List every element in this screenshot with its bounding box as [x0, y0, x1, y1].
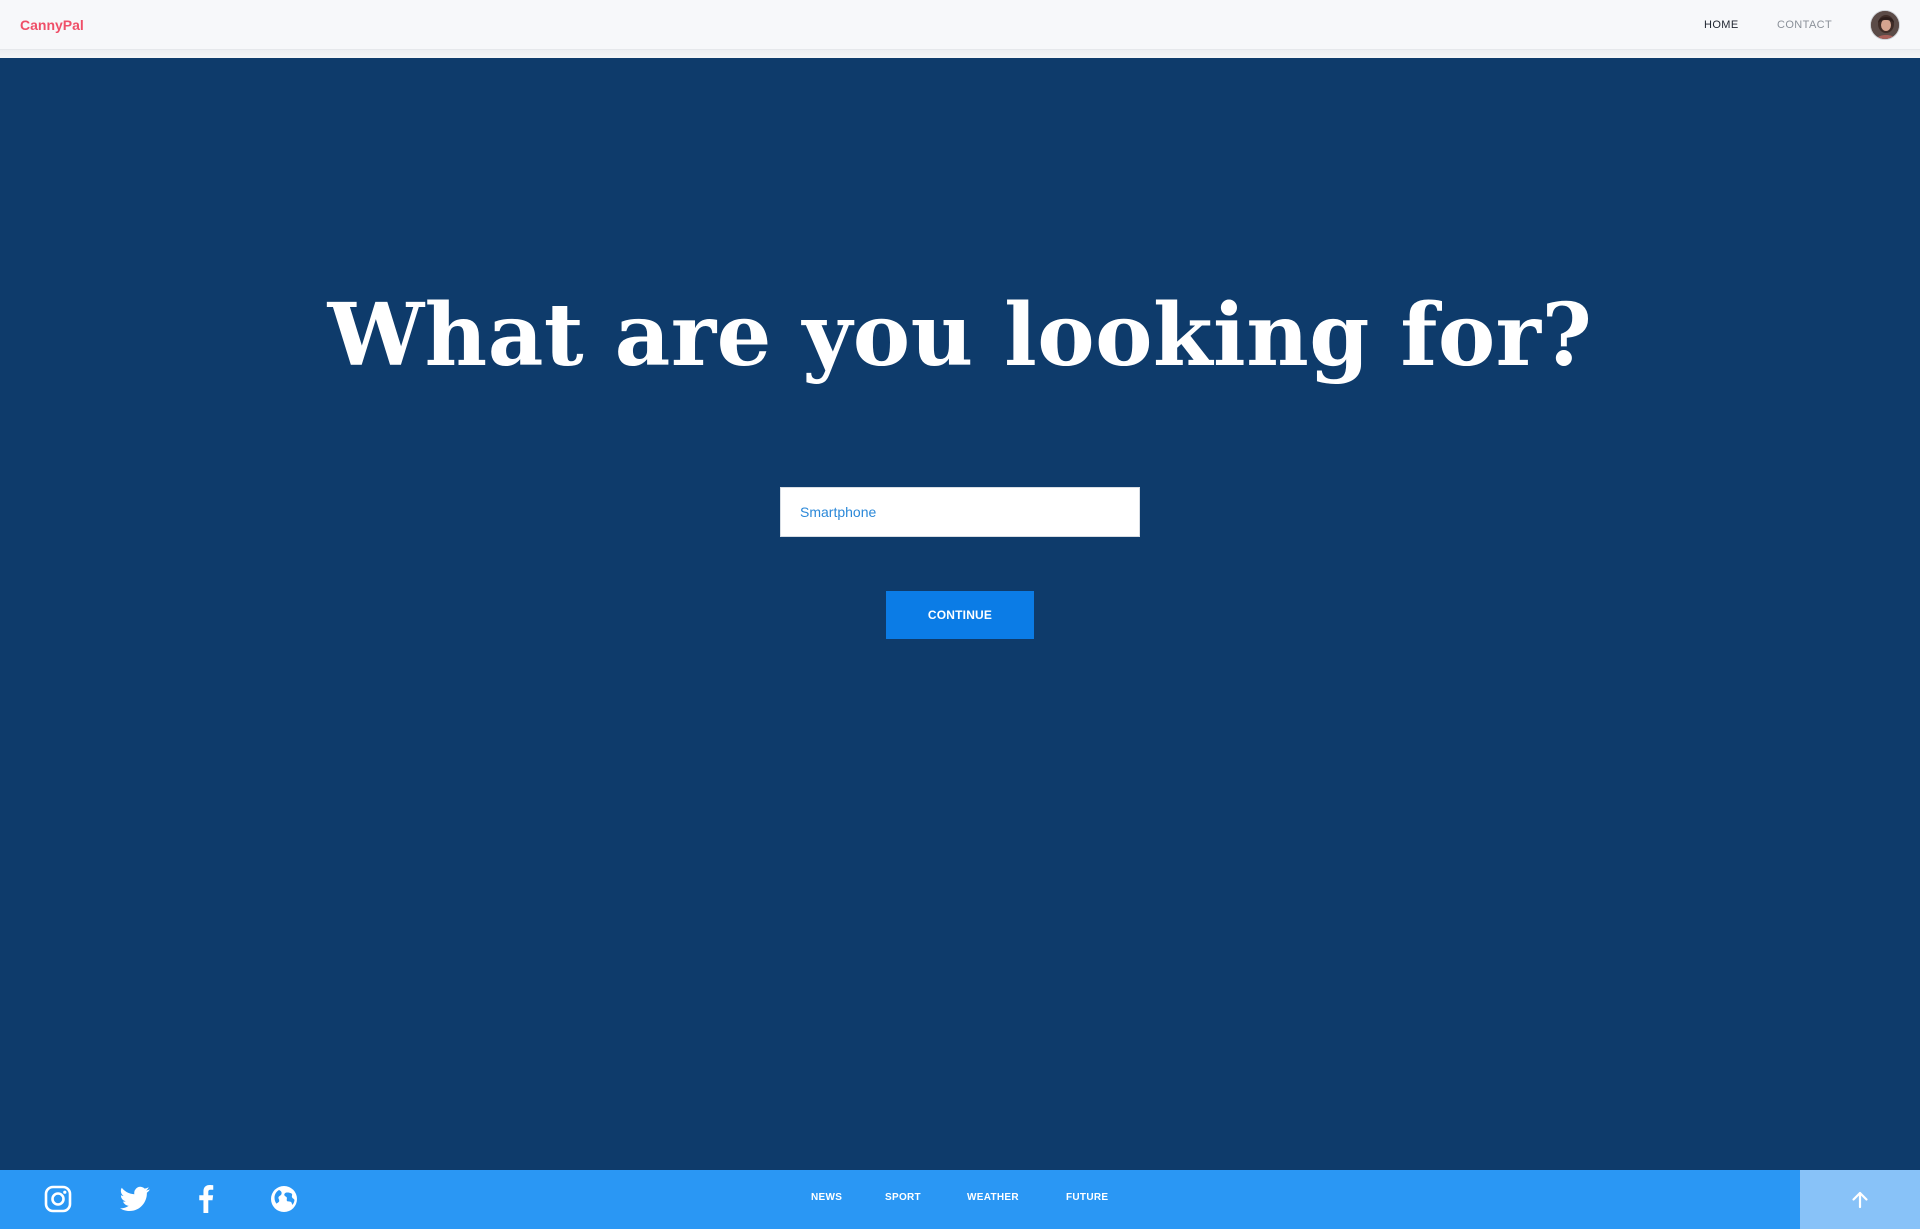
instagram-icon[interactable] [40, 1181, 76, 1217]
footer-link-news[interactable]: NEWS [811, 1192, 842, 1203]
footer: NEWS SPORT WEATHER FUTURE [0, 1170, 1920, 1229]
hero-title: What are you looking for? [327, 285, 1593, 386]
navbar-shadow [0, 50, 1920, 58]
avatar-image [1871, 11, 1899, 39]
twitter-icon[interactable] [117, 1181, 153, 1217]
facebook-icon[interactable] [188, 1181, 224, 1217]
globe-icon[interactable] [266, 1181, 302, 1217]
top-navbar: CannyPal HOME CONTACT [0, 0, 1920, 50]
search-field[interactable] [780, 487, 1140, 537]
search-input[interactable] [781, 488, 1139, 536]
nav-contact-link[interactable]: CONTACT [1777, 19, 1832, 31]
arrow-up-icon [1852, 1191, 1868, 1208]
continue-button[interactable]: CONTINUE [886, 591, 1034, 639]
scroll-to-top-button[interactable] [1800, 1170, 1920, 1229]
footer-link-future[interactable]: FUTURE [1066, 1192, 1108, 1203]
nav-home-link[interactable]: HOME [1704, 19, 1739, 31]
brand-logo[interactable]: CannyPal [20, 17, 84, 33]
footer-link-sport[interactable]: SPORT [885, 1192, 921, 1203]
user-avatar[interactable] [1870, 10, 1900, 40]
footer-link-weather[interactable]: WEATHER [967, 1192, 1019, 1203]
